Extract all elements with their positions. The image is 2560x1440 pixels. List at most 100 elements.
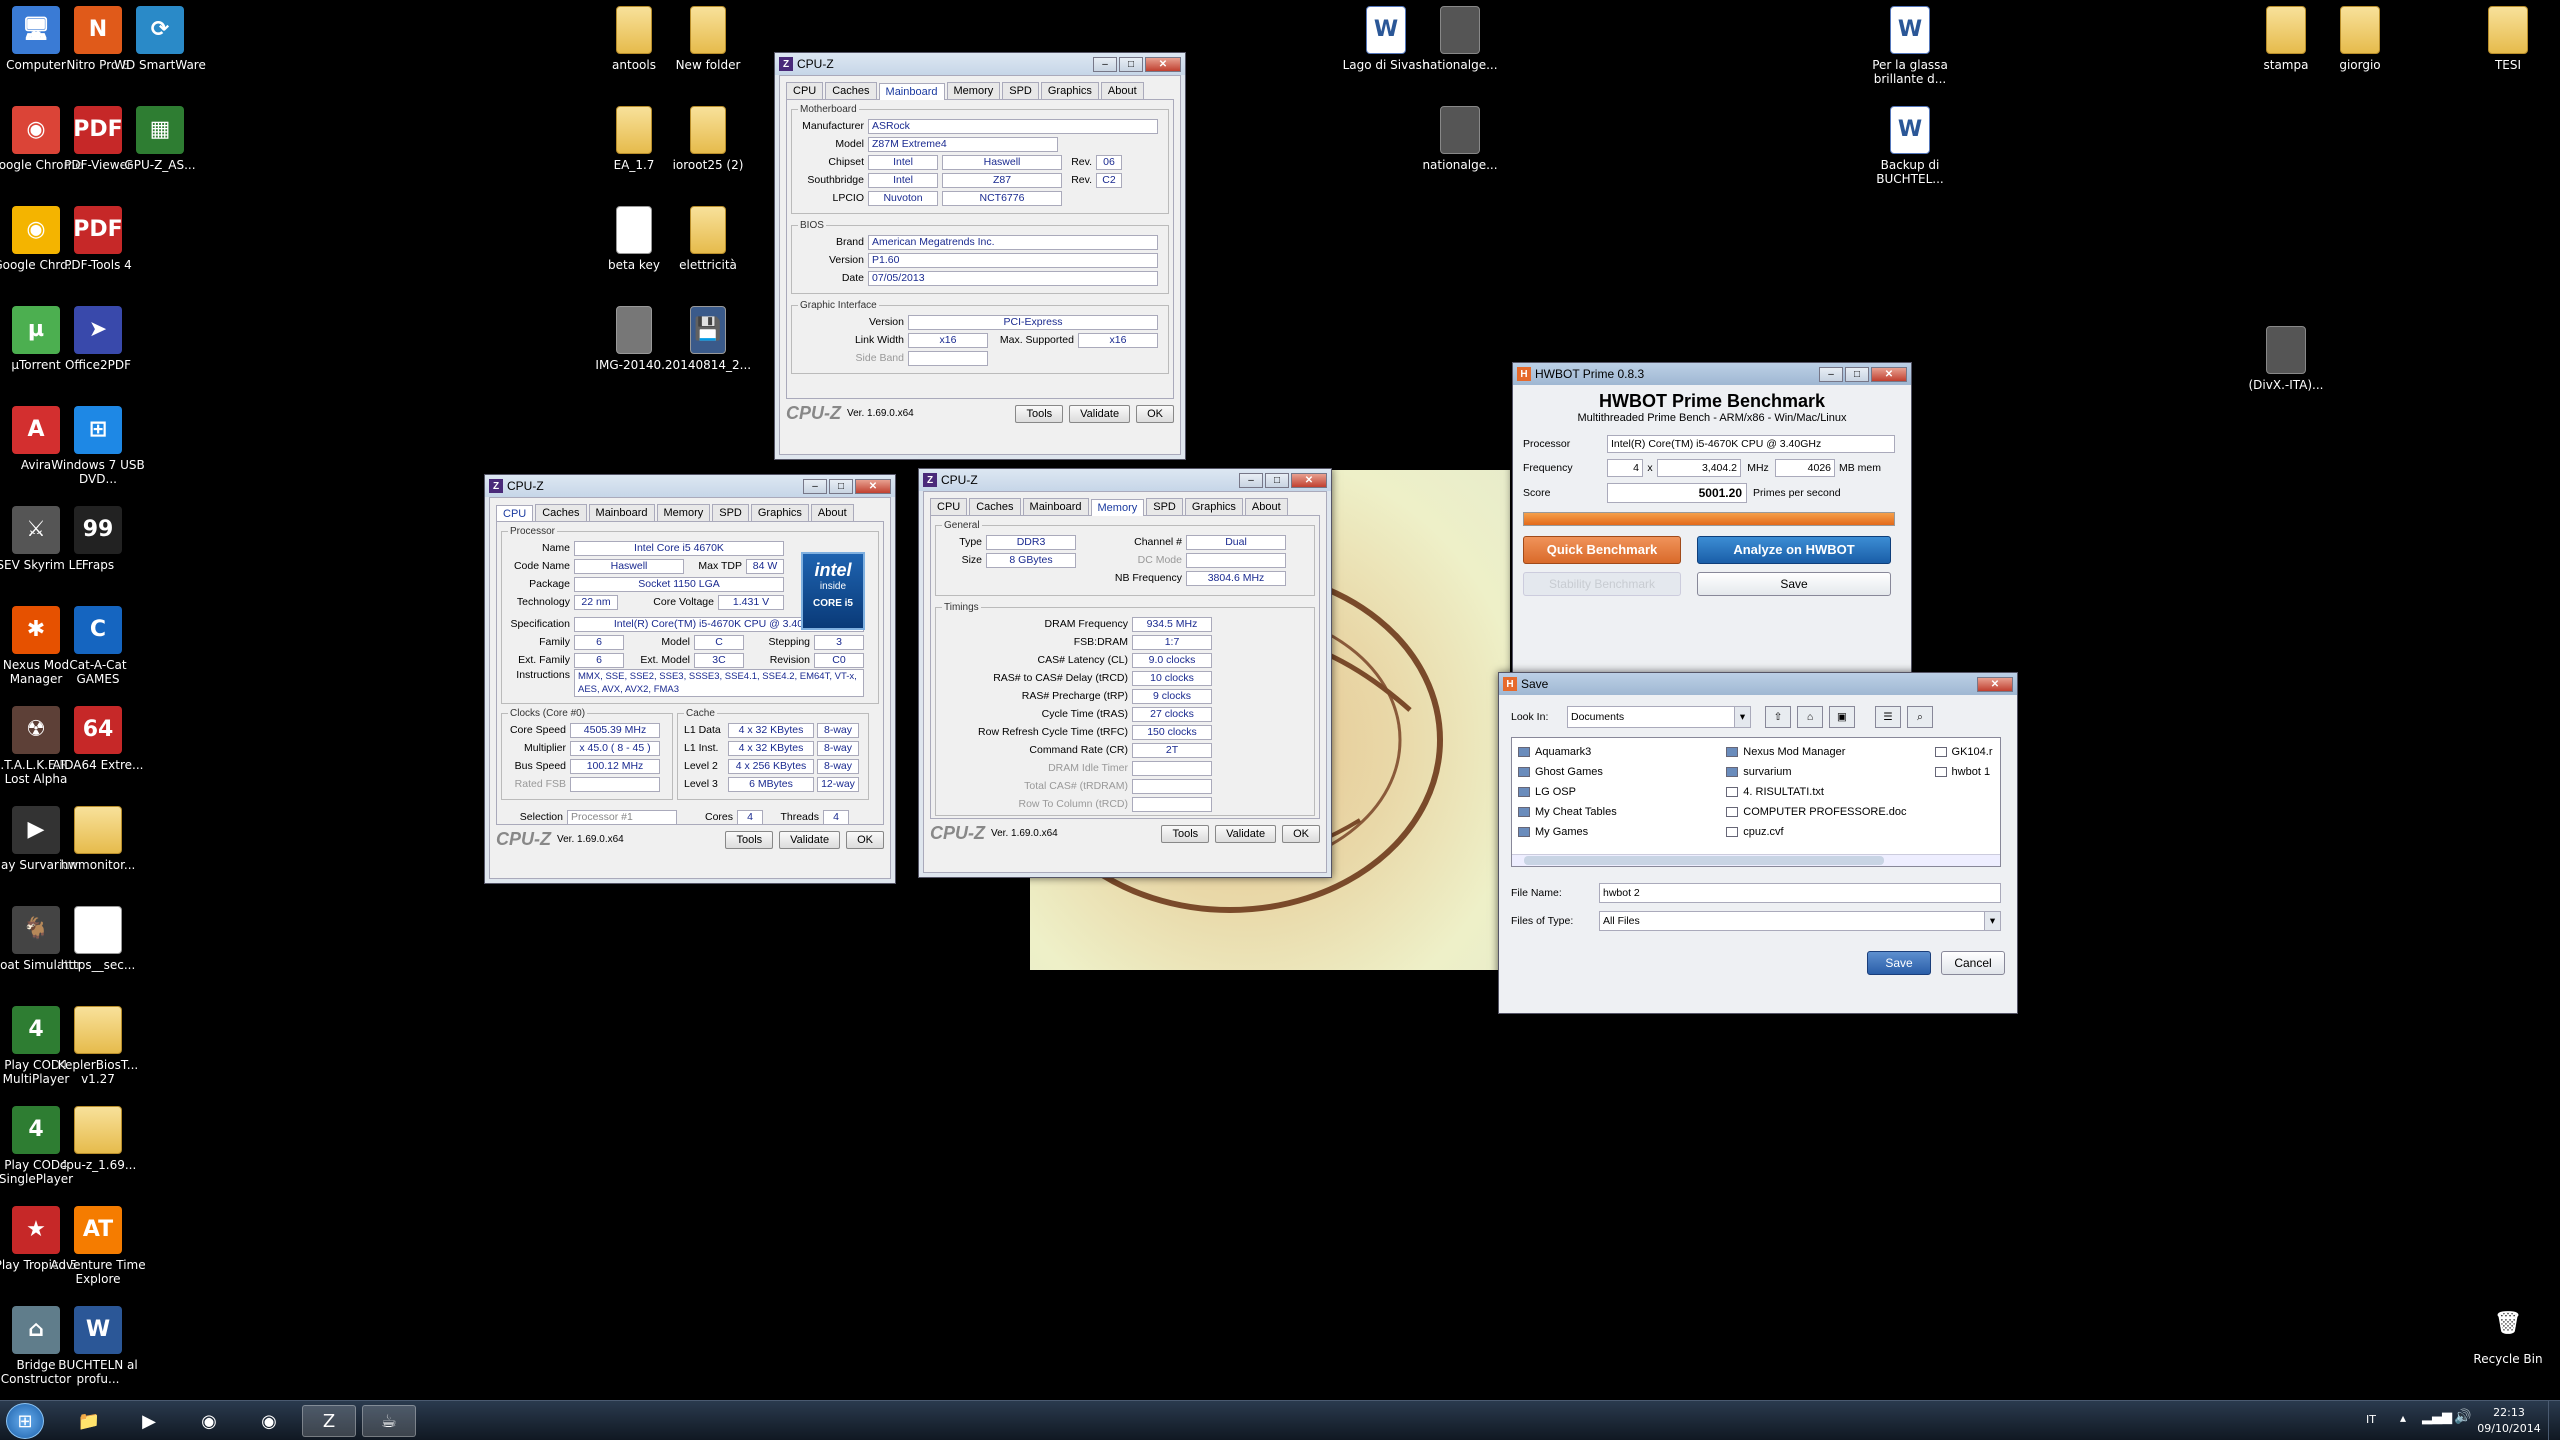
minimize-button[interactable]: – — [803, 478, 827, 494]
list-view-icon[interactable]: ☰ — [1875, 706, 1901, 728]
details-view-icon[interactable]: ⌕ — [1907, 706, 1933, 728]
file-list-item[interactable]: COMPUTER PROFESSORE.doc — [1726, 802, 1924, 822]
save-button[interactable]: Save — [1697, 572, 1891, 596]
close-button[interactable]: ✕ — [855, 478, 891, 494]
dialog-cancel-button[interactable]: Cancel — [1941, 951, 2005, 975]
file-list-item[interactable]: cpuz.cvf — [1726, 822, 1924, 842]
horizontal-scrollbar[interactable] — [1512, 854, 2000, 866]
analyze-button[interactable]: Analyze on HWBOT — [1697, 536, 1891, 564]
tab-memory[interactable]: Memory — [656, 504, 711, 521]
maximize-button[interactable]: □ — [1119, 56, 1143, 72]
validate-button[interactable]: Validate — [1215, 824, 1277, 843]
ok-button[interactable]: OK — [1136, 404, 1174, 423]
close-button[interactable]: ✕ — [1977, 676, 2013, 692]
selection-dropdown[interactable]: Processor #1 — [567, 809, 677, 825]
desktop-icon-cat-a-cat-games[interactable]: C Cat-A-Cat GAMES — [50, 606, 146, 686]
file-list-item[interactable]: survarium — [1726, 762, 1924, 782]
desktop-icon-new-folder[interactable]: New folder — [660, 6, 756, 72]
desktop-icon-ioroot25-2[interactable]: ioroot25 (2) — [660, 106, 756, 172]
desktop-icon-per-la-glassa-brillante-d[interactable]: W Per la glassa brillante d... — [1862, 6, 1958, 86]
desktop-icon-windows-7-usb-dvd[interactable]: ⊞ Windows 7 USB DVD... — [50, 406, 146, 486]
desktop-icon-aida64-extre[interactable]: 64 AIDA64 Extre... — [50, 706, 146, 772]
quick-benchmark-button[interactable]: Quick Benchmark — [1523, 536, 1681, 564]
tab-about[interactable]: About — [1100, 82, 1144, 99]
file-list-item[interactable]: 4. RISULTATI.txt — [1726, 782, 1924, 802]
tools-button[interactable]: Tools — [725, 830, 774, 849]
tab-about[interactable]: About — [1244, 498, 1288, 515]
tab-spd[interactable]: SPD — [1146, 498, 1183, 515]
desktop-icon-keplerbiost-v1-27[interactable]: KeplerBiosT... v1.27 — [50, 1006, 146, 1086]
maximize-button[interactable]: □ — [1265, 472, 1289, 488]
clock[interactable]: 22:13 09/10/2014 — [2474, 1405, 2544, 1437]
tab-mainboard[interactable]: Mainboard — [878, 83, 945, 100]
tab-spd[interactable]: SPD — [1002, 82, 1039, 99]
file-list-item[interactable]: hwbot 1 — [1934, 762, 1994, 782]
network-icon[interactable]: ▂▄▆ — [2422, 1410, 2452, 1425]
close-button[interactable]: ✕ — [1871, 366, 1907, 382]
cpuz-taskbar-icon[interactable]: Z — [302, 1405, 356, 1437]
tab-cpu[interactable]: CPU — [786, 82, 824, 99]
desktop-icon-backup-di-buchtel[interactable]: W Backup di BUCHTEL... — [1862, 106, 1958, 186]
stability-benchmark-button[interactable]: Stability Benchmark — [1523, 572, 1681, 596]
file-list-item[interactable]: GK104.r — [1934, 742, 1994, 762]
tab-caches[interactable]: Caches — [535, 504, 587, 521]
chrome-taskbar-icon[interactable]: ◉ — [182, 1405, 236, 1437]
titlebar[interactable]: H HWBOT Prime 0.8.3 – □ ✕ — [1513, 363, 1911, 385]
desktop-icon-cpu-z-1-69[interactable]: cpu-z_1.69... — [50, 1106, 146, 1172]
validate-button[interactable]: Validate — [779, 830, 841, 849]
validate-button[interactable]: Validate — [1069, 404, 1131, 423]
tab-mainboard[interactable]: Mainboard — [588, 504, 655, 521]
chrome-canary-taskbar-icon[interactable]: ◉ — [242, 1405, 296, 1437]
scrollbar-thumb[interactable] — [1524, 856, 1884, 865]
minimize-button[interactable]: – — [1239, 472, 1263, 488]
close-button[interactable]: ✕ — [1291, 472, 1327, 488]
file-list-item[interactable]: My Games — [1518, 822, 1716, 842]
desktop-icon-tesi[interactable]: TESI — [2460, 6, 2556, 72]
desktop-icon-wd-smartware[interactable]: ⟳ WD SmartWare — [112, 6, 208, 72]
desktop-icon-divx-ita[interactable]: (DivX.-ITA)... — [2238, 326, 2334, 392]
desktop-icon-nationalge[interactable]: nationalge... — [1412, 106, 1508, 172]
tab-about[interactable]: About — [810, 504, 854, 521]
dialog-save-button[interactable]: Save — [1867, 951, 1931, 975]
java-taskbar-icon[interactable]: ☕ — [362, 1405, 416, 1437]
tab-cpu[interactable]: CPU — [930, 498, 968, 515]
desktop-icon-pdf-tools-4[interactable]: PDF PDF-Tools 4 — [50, 206, 146, 272]
file-list-item[interactable]: Ghost Games — [1518, 762, 1716, 782]
tools-button[interactable]: Tools — [1161, 824, 1210, 843]
home-icon[interactable]: ⌂ — [1797, 706, 1823, 728]
desktop-icon-hwmonitor[interactable]: hwmonitor... — [50, 806, 146, 872]
minimize-button[interactable]: – — [1093, 56, 1117, 72]
desktop-icon-gpu-z-as[interactable]: ▦ GPU-Z_AS... — [112, 106, 208, 172]
tab-graphics[interactable]: Graphics — [750, 504, 809, 521]
tools-button[interactable]: Tools — [1015, 404, 1064, 423]
desktop-icon-recycle-bin[interactable]: 🗑 Recycle Bin — [2460, 1300, 2556, 1367]
minimize-button[interactable]: – — [1819, 366, 1843, 382]
file-list-item[interactable]: Nexus Mod Manager — [1726, 742, 1924, 762]
tab-memory[interactable]: Memory — [946, 82, 1001, 99]
titlebar[interactable]: Z CPU-Z – □ ✕ — [775, 53, 1185, 75]
tab-mainboard[interactable]: Mainboard — [1022, 498, 1089, 515]
filetype-dropdown[interactable]: All Files ▾ — [1599, 911, 2001, 931]
explorer-taskbar-icon[interactable]: 📁 — [62, 1405, 116, 1437]
file-list-item[interactable]: LG OSP — [1518, 782, 1716, 802]
file-list-item[interactable]: My Cheat Tables — [1518, 802, 1716, 822]
tab-spd[interactable]: SPD — [712, 504, 749, 521]
tab-graphics[interactable]: Graphics — [1184, 498, 1243, 515]
desktop-icon-nationalge[interactable]: nationalge... — [1412, 6, 1508, 72]
new-folder-icon[interactable]: ▣ — [1829, 706, 1855, 728]
start-button[interactable]: ⊞ — [6, 1403, 44, 1439]
desktop-icon-adventure-time-explore[interactable]: AT Adventure Time Explore — [50, 1206, 146, 1286]
titlebar[interactable]: Z CPU-Z – □ ✕ — [919, 469, 1331, 491]
language-indicator[interactable]: IT — [2366, 1413, 2376, 1426]
maximize-button[interactable]: □ — [829, 478, 853, 494]
ok-button[interactable]: OK — [846, 830, 884, 849]
titlebar[interactable]: Z CPU-Z – □ ✕ — [485, 475, 895, 497]
up-folder-icon[interactable]: ⇧ — [1765, 706, 1791, 728]
filename-input[interactable]: hwbot 2 — [1599, 883, 2001, 903]
tab-memory[interactable]: Memory — [1090, 499, 1145, 516]
maximize-button[interactable]: □ — [1845, 366, 1869, 382]
desktop-icon-fraps[interactable]: 99 Fraps — [50, 506, 146, 572]
show-desktop-button[interactable] — [2548, 1401, 2560, 1440]
tab-caches[interactable]: Caches — [825, 82, 877, 99]
desktop-icon-20140814-2[interactable]: 💾 20140814_2... — [660, 306, 756, 372]
